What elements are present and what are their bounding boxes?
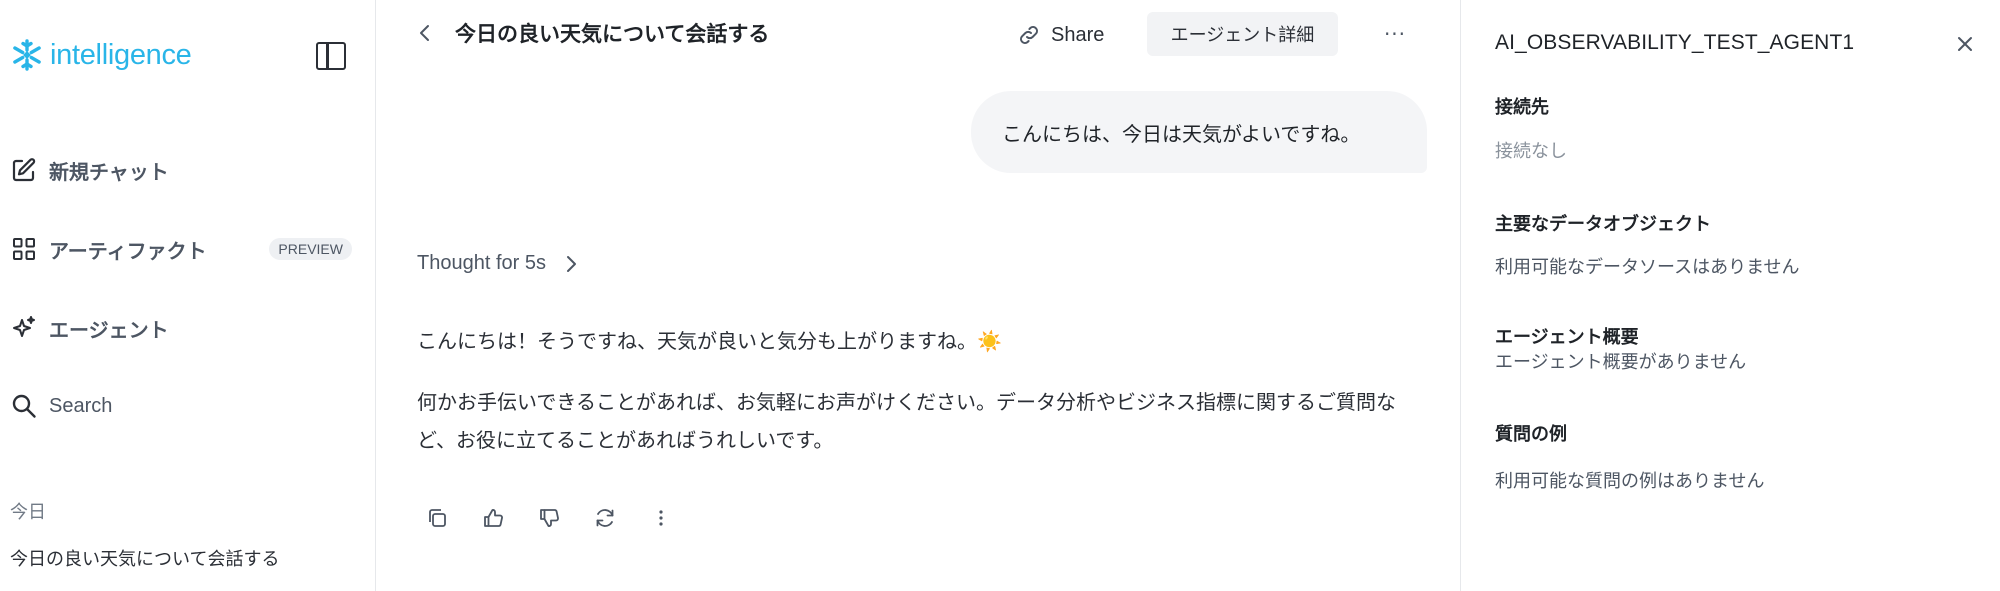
assistant-reply-paragraph: 何かお手伝いできることがあれば、お気軽にお声がけください。データ分析やビジネス指… [417,390,1396,452]
regenerate-icon[interactable] [594,502,650,534]
data-objects-heading: 主要なデータオブジェクト [1495,214,1711,235]
brand-name: intelligence [50,38,192,71]
connection-heading: 接続先 [1495,97,1549,118]
share-label: Share [1051,23,1105,46]
sidebar-item-new-chat[interactable]: 新規チャット [10,150,355,190]
assistant-reply-paragraph: こんにちは！そうですね、天気が良いと気分も上がりますね。☀️ [417,329,1002,353]
sparkle-icon [10,314,38,342]
sample-questions-value: 利用可能な質問の例はありません [1495,471,1765,492]
edit-icon [10,156,38,184]
search-icon [10,392,38,420]
sidebar-toggle-icon[interactable] [316,42,346,70]
agent-details-button[interactable]: エージェント詳細 [1147,12,1338,56]
connection-value: 接続なし [1495,141,1567,162]
more-vertical-icon[interactable] [650,502,706,534]
history-section-label: 今日 [10,502,46,523]
sidebar-item-label: Search [49,394,113,417]
chat-title: 今日の良い天気について会話する [455,22,770,46]
thought-label: Thought for 5s [417,252,546,274]
agent-summary-heading: エージェント概要 [1495,327,1639,348]
share-button[interactable]: Share [1017,19,1104,51]
close-icon[interactable] [1954,33,1976,55]
history-item[interactable]: 今日の良い天気について会話する [10,545,279,571]
chat-main: 今日の良い天気について会話する Share エージェント詳細 ··· こんにちは… [377,0,1460,591]
agent-name: AI_OBSERVABILITY_TEST_AGENT1 [1495,31,1855,54]
sidebar-item-search[interactable]: Search [10,386,355,426]
thumbs-down-icon[interactable] [538,502,594,534]
sidebar-item-artifacts[interactable]: アーティファクト PREVIEW [10,229,355,269]
agent-summary-value: エージェント概要がありません [1495,352,1747,373]
copy-icon[interactable] [426,502,482,534]
brand-logo[interactable]: intelligence [10,38,192,72]
chevron-left-icon[interactable] [414,22,436,44]
thumbs-up-icon[interactable] [482,502,538,534]
chevron-right-icon [566,255,576,272]
thought-toggle[interactable]: Thought for 5s [417,252,578,275]
sidebar-item-label: エージェント [49,317,169,342]
grid-icon [10,235,38,263]
sidebar-item-label: 新規チャット [49,159,169,184]
sidebar-item-label: アーティファクト [49,238,207,263]
user-message: こんにちは、今日は天気がよいですね。 [971,91,1427,173]
sidebar: intelligence 新規チャット アーティファクト PREVIEW エージ… [0,0,376,591]
sidebar-item-agents[interactable]: エージェント [10,308,355,348]
link-icon [1020,26,1038,44]
preview-badge: PREVIEW [269,238,352,260]
agent-details-panel: AI_OBSERVABILITY_TEST_AGENT1 接続先 接続なし 主要… [1460,0,2000,591]
snowflake-icon [13,39,41,71]
sample-questions-heading: 質問の例 [1495,424,1567,445]
more-options-icon[interactable]: ··· [1377,16,1413,52]
message-actions [426,502,706,534]
data-objects-value: 利用可能なデータソースはありません [1495,257,1800,278]
